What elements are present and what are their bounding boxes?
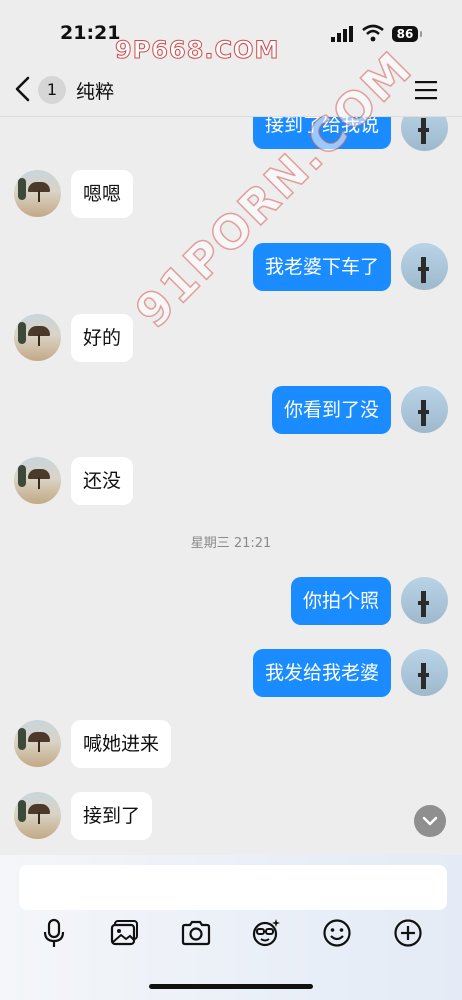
outgoing-message[interactable]: 我老婆下车了 bbox=[252, 243, 391, 291]
status-time: 21:21 bbox=[60, 22, 121, 44]
outgoing-message[interactable]: 接到了给我说 bbox=[252, 117, 391, 149]
emoji-icon[interactable] bbox=[321, 917, 353, 949]
my-avatar[interactable] bbox=[401, 386, 448, 433]
incoming-message[interactable]: 喊她进来 bbox=[71, 720, 172, 768]
message-input[interactable] bbox=[19, 865, 447, 910]
scroll-to-bottom-button[interactable] bbox=[414, 805, 446, 837]
home-indicator bbox=[149, 984, 313, 989]
status-bar: 21:21 86 9P668.COM bbox=[0, 0, 462, 65]
timestamp: 星期三 21:21 bbox=[190, 536, 272, 551]
unread-count-badge[interactable]: 1 bbox=[38, 76, 66, 104]
back-arrow-icon[interactable] bbox=[14, 76, 32, 102]
outgoing-message[interactable]: 你看到了没 bbox=[271, 386, 391, 434]
cellular-signal-icon bbox=[331, 26, 353, 42]
sticker-icon[interactable] bbox=[250, 917, 282, 949]
my-avatar[interactable] bbox=[401, 243, 448, 290]
battery-level: 86 bbox=[392, 26, 418, 42]
add-icon[interactable] bbox=[392, 917, 424, 949]
input-bar bbox=[0, 855, 462, 1000]
chat-title: 纯粹 bbox=[76, 81, 115, 103]
incoming-message[interactable]: 好的 bbox=[71, 314, 134, 362]
contact-avatar[interactable] bbox=[14, 170, 61, 217]
contact-avatar[interactable] bbox=[14, 792, 61, 839]
outgoing-message[interactable]: 我发给我老婆 bbox=[252, 649, 391, 697]
battery-tip bbox=[420, 31, 422, 37]
microphone-icon[interactable] bbox=[38, 917, 70, 949]
chevron-down-icon bbox=[422, 816, 438, 826]
menu-icon[interactable] bbox=[414, 80, 438, 100]
my-avatar[interactable] bbox=[401, 577, 448, 624]
contact-avatar[interactable] bbox=[14, 720, 61, 767]
camera-icon[interactable] bbox=[180, 917, 212, 949]
incoming-message[interactable]: 嗯嗯 bbox=[71, 170, 134, 218]
my-avatar[interactable] bbox=[401, 117, 448, 151]
message-list[interactable]: 接到了给我说 嗯嗯 我老婆下车了 好的 你看到了没 还没 星期三 21:21 你… bbox=[0, 117, 462, 855]
wifi-icon bbox=[362, 24, 384, 42]
incoming-message[interactable]: 还没 bbox=[71, 457, 134, 505]
incoming-message[interactable]: 接到了 bbox=[71, 792, 153, 840]
my-avatar[interactable] bbox=[401, 649, 448, 696]
contact-avatar[interactable] bbox=[14, 457, 61, 504]
chat-header: 1 纯粹 bbox=[0, 60, 462, 117]
outgoing-message[interactable]: 你拍个照 bbox=[290, 577, 391, 625]
contact-avatar[interactable] bbox=[14, 314, 61, 361]
image-icon[interactable] bbox=[109, 917, 141, 949]
